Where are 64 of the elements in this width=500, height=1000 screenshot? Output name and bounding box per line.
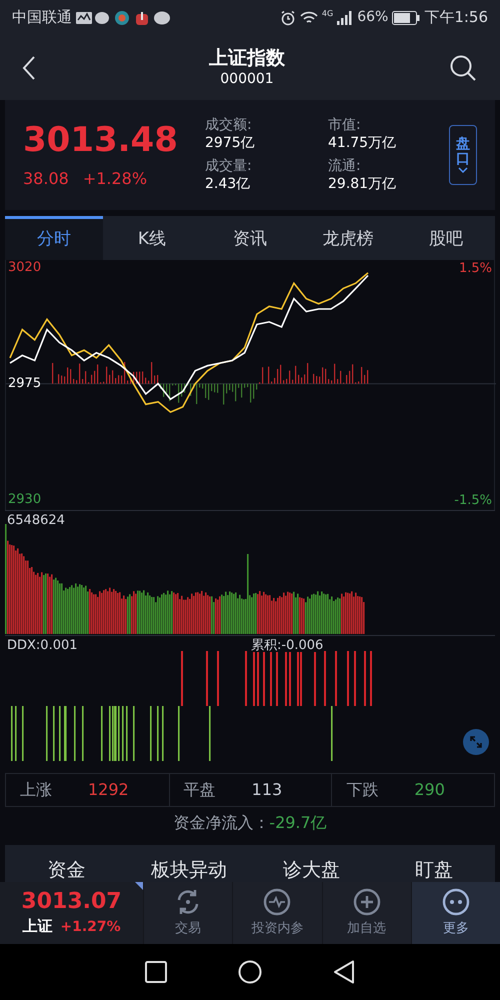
order-book-toggle[interactable]: 盘口	[449, 125, 477, 185]
shortcut-button[interactable]: 资金	[5, 848, 128, 882]
stat-label: 成交量:	[205, 158, 253, 176]
shortcut-button[interactable]: 诊大盘	[250, 848, 372, 882]
shortcut-button[interactable]: 盯盘	[372, 848, 495, 882]
breadth-count: 113	[252, 779, 282, 801]
fund-flow-label: 资金净流入：	[173, 812, 270, 834]
stat-value: 2.43亿	[205, 176, 252, 193]
recents-button[interactable]	[145, 961, 168, 983]
bottom-price: 3013.07	[21, 888, 122, 916]
axis-label: 3020	[8, 260, 42, 275]
stat-label: 成交额:	[205, 117, 253, 134]
clock-time: 下午1:56	[424, 7, 488, 28]
back-icon	[22, 54, 36, 80]
axis-label: 1.5%	[458, 262, 492, 276]
battery-percent: 66%	[357, 8, 388, 27]
current-price: 3013.48	[23, 118, 179, 162]
bottom-index-name: 上证	[22, 916, 52, 938]
chevron-down-icon	[458, 167, 468, 174]
add-icon	[352, 887, 382, 918]
stat-label: 流通:	[328, 158, 362, 176]
wifi-icon	[300, 10, 318, 24]
more-icon	[440, 887, 471, 918]
breadth-label: 上涨	[20, 779, 52, 801]
search-button[interactable]	[448, 52, 478, 82]
breadth-count: 1292	[88, 779, 129, 801]
chart-tab[interactable]: 分时	[5, 216, 103, 260]
breadth-count: 290	[414, 779, 445, 801]
network-type: 4G	[322, 8, 334, 20]
percent-change: +1.28%	[82, 168, 148, 190]
fund-flow-value: -29.7亿	[269, 812, 327, 834]
signal-icon	[337, 10, 354, 24]
pulse-icon	[262, 887, 292, 918]
home-button[interactable]	[238, 960, 262, 984]
stat-value: 41.75万亿	[328, 134, 398, 152]
bottom-nav-item[interactable]: 更多	[410, 882, 500, 944]
bottom-quote[interactable]: 3013.07 上证 +1.27%	[0, 882, 143, 944]
bottom-percent: +1.27%	[60, 918, 121, 938]
ddx-label: DDX:0.001	[7, 639, 78, 652]
price-change: 38.08	[23, 168, 69, 190]
search-icon	[449, 54, 477, 82]
chart-tab[interactable]: 股吧	[397, 216, 495, 260]
expand-icon	[469, 735, 483, 749]
corner-marker-icon	[135, 882, 143, 890]
shortcut-button[interactable]: 板块异动	[128, 848, 250, 882]
axis-label: 2975	[8, 376, 42, 391]
index-code: 000001	[220, 70, 274, 88]
carrier-name: 中国联通	[12, 7, 72, 28]
battery-icon	[392, 10, 420, 24]
breadth-label: 下跌	[346, 779, 378, 801]
chart-tab[interactable]: 龙虎榜	[299, 216, 397, 260]
alarm-icon	[280, 10, 296, 26]
stat-value: 2975亿	[205, 134, 256, 152]
stat-label: 市值:	[328, 117, 362, 134]
breadth-label: 平盘	[184, 779, 216, 801]
chart-tab[interactable]: 资讯	[201, 216, 299, 260]
page-title: 上证指数	[209, 46, 285, 71]
back-nav-button[interactable]	[332, 960, 355, 984]
cumulative-label: 累积:-0.006	[251, 639, 324, 652]
chart-tab[interactable]: K线	[103, 216, 201, 260]
axis-label: -1.5%	[454, 494, 492, 508]
axis-label: 2930	[8, 492, 42, 507]
stat-value: 29.81万亿	[328, 176, 398, 193]
volume-max-label: 6548624	[7, 514, 65, 527]
